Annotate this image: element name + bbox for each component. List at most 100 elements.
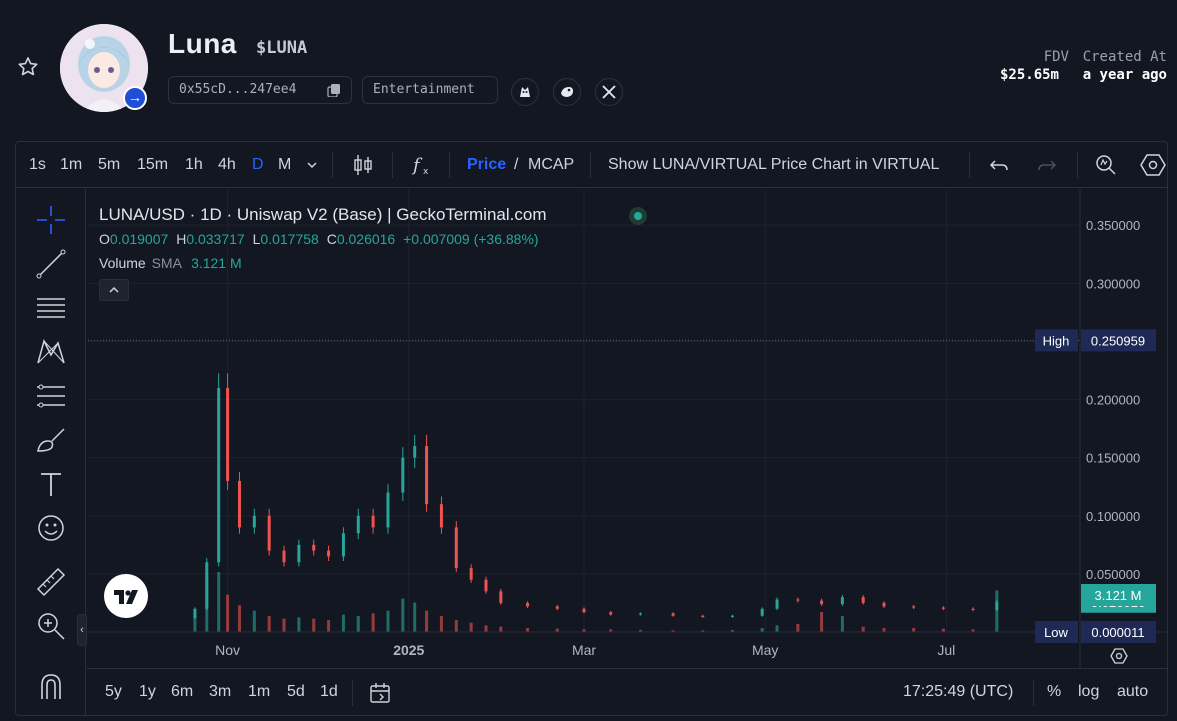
range-1m[interactable]: 1m	[248, 683, 270, 701]
geckoterminal-icon[interactable]	[553, 78, 581, 106]
calendar-icon[interactable]	[368, 681, 392, 705]
volume-label: Volume	[99, 255, 146, 271]
token-ticker: $LUNA	[256, 38, 308, 58]
low-marker-label: Low	[1044, 625, 1068, 640]
address-chip[interactable]: 0x55cD...247ee4	[168, 76, 352, 104]
volume-bar	[282, 618, 286, 632]
close-value: 0.026016	[336, 231, 396, 247]
bottombar-divider	[352, 680, 353, 706]
low-marker-value: 0.000011	[1091, 625, 1144, 640]
candle-body	[297, 544, 301, 563]
candle-body	[796, 599, 800, 601]
candle-body	[995, 601, 999, 610]
range-5y[interactable]: 5y	[105, 683, 122, 701]
low-value: 0.017758	[260, 231, 319, 247]
volume-bar	[341, 614, 345, 632]
candle-body	[312, 544, 316, 551]
coingecko-icon[interactable]	[511, 78, 539, 106]
candle-body	[820, 600, 824, 605]
range-5d[interactable]: 5d	[287, 683, 305, 701]
candle-body	[555, 606, 559, 609]
candle-body	[371, 515, 375, 528]
axis-settings-icon	[1110, 648, 1128, 664]
collapse-legend-button[interactable]	[99, 279, 129, 301]
volume-bar	[912, 628, 916, 632]
candle-body	[731, 615, 735, 617]
star-icon[interactable]	[16, 55, 40, 79]
candle-body	[526, 602, 530, 607]
fdv-value: $25.65m	[999, 67, 1059, 83]
candle-body	[252, 515, 256, 528]
close-label: C	[326, 231, 337, 247]
volume-bar	[796, 624, 800, 632]
range-3m[interactable]: 3m	[209, 683, 231, 701]
volume-bar	[327, 620, 331, 632]
range-6m[interactable]: 6m	[171, 683, 193, 701]
volume-bar	[252, 610, 256, 632]
last-volume-marker: 3.121 M	[1095, 588, 1142, 603]
candle-body	[760, 608, 764, 616]
x-tick-label: Jul	[937, 642, 955, 658]
price-candles	[193, 373, 999, 619]
candle-body	[439, 504, 443, 528]
chevron-up-icon	[109, 286, 119, 293]
candle-body	[609, 612, 613, 615]
y-tick-label: 0.100000	[1086, 509, 1140, 524]
log-scale-toggle[interactable]: log	[1078, 683, 1099, 701]
created-at-value: a year ago	[1082, 67, 1167, 83]
x-tick-label: Mar	[572, 642, 596, 658]
x-tick-label: 2025	[393, 642, 424, 658]
candle-body	[840, 597, 844, 605]
volume-bar	[312, 618, 316, 632]
range-1y[interactable]: 1y	[139, 683, 156, 701]
copy-icon[interactable]	[327, 83, 341, 97]
volume-value: 3.121 M	[191, 255, 242, 271]
volume-bar	[226, 594, 230, 632]
candle-body	[882, 602, 886, 607]
volume-bar	[267, 616, 271, 632]
tradingview-logo-icon[interactable]	[104, 574, 148, 618]
category-chip[interactable]: Entertainment	[362, 76, 498, 104]
candle-body	[671, 613, 675, 616]
volume-bars	[193, 572, 999, 632]
candle-body	[775, 599, 779, 609]
volume-bar	[820, 612, 824, 632]
volume-bar	[386, 610, 390, 632]
chart-legend: LUNA/USD · 1D · Uniswap V2 (Base) | Geck…	[99, 205, 647, 301]
volume-bar	[425, 610, 429, 632]
address-text: 0x55cD...247ee4	[179, 82, 297, 97]
auto-scale-toggle[interactable]: auto	[1117, 683, 1148, 701]
open-label: O	[99, 231, 110, 247]
candle-body	[454, 527, 458, 569]
high-marker-label: High	[1043, 333, 1070, 348]
volume-bar	[371, 613, 375, 632]
volume-bar	[840, 616, 844, 632]
range-1d[interactable]: 1d	[320, 683, 338, 701]
candle-body	[861, 597, 865, 603]
candle-body	[356, 515, 360, 534]
candle-body	[971, 608, 975, 610]
candle-body	[267, 515, 271, 551]
collapse-sidebar-handle[interactable]: ‹	[77, 614, 87, 646]
volume-bar	[499, 626, 503, 632]
candle-body	[582, 608, 586, 613]
high-marker-value: 0.250959	[1091, 333, 1145, 348]
bottombar-divider	[1033, 680, 1034, 706]
volume-bar	[454, 620, 458, 632]
status-dot-icon	[629, 207, 647, 225]
candle-body	[912, 606, 916, 608]
candle-body	[282, 550, 286, 563]
y-tick-label: 0.150000	[1086, 451, 1140, 466]
ohlc-row: O0.019007 H0.033717 L0.017758 C0.026016 …	[99, 231, 547, 247]
x-tick-label: May	[752, 642, 778, 658]
volume-bar	[526, 628, 530, 632]
volume-bar	[297, 617, 301, 632]
volume-bar	[484, 625, 488, 632]
hexagon-center	[1115, 652, 1123, 660]
candle-body	[341, 533, 345, 557]
percent-scale-toggle[interactable]: %	[1047, 683, 1061, 701]
utc-clock[interactable]: 17:25:49 (UTC)	[903, 683, 1013, 701]
x-icon[interactable]	[595, 78, 623, 106]
candle-body	[226, 387, 230, 481]
y-tick-label: 0.350000	[1086, 218, 1140, 233]
